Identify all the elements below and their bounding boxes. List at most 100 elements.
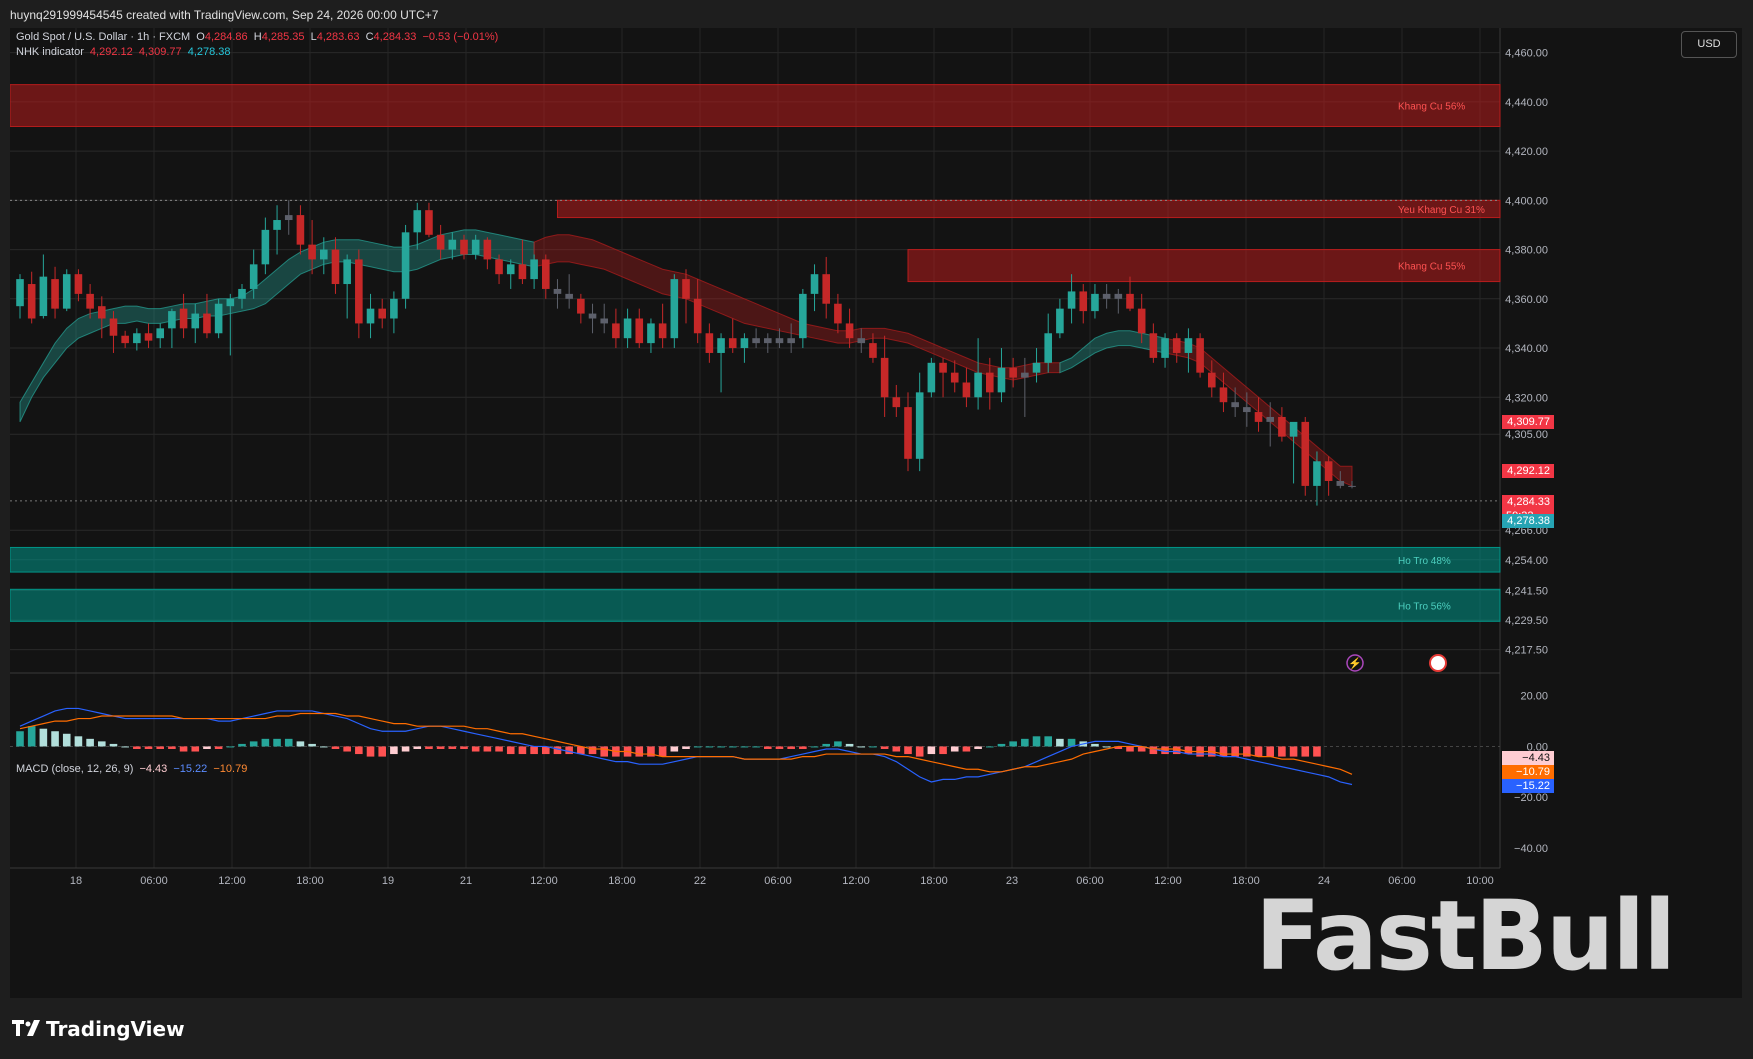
tradingview-logo[interactable]: TradingView bbox=[12, 1017, 185, 1041]
candle-body bbox=[787, 338, 795, 344]
macd-histogram-bar bbox=[974, 746, 982, 749]
candle-body bbox=[892, 397, 901, 408]
candle-body bbox=[1102, 293, 1111, 299]
macd-histogram-bar bbox=[97, 741, 106, 747]
macd-histogram-bar bbox=[390, 746, 398, 755]
macd-histogram-bar bbox=[168, 746, 176, 749]
time-tick-label: 18:00 bbox=[296, 875, 324, 887]
candle-body bbox=[775, 338, 784, 344]
macd-badge: −10.79 bbox=[1502, 764, 1554, 779]
time-tick-label: 06:00 bbox=[764, 875, 792, 887]
macd-histogram-bar bbox=[401, 746, 410, 752]
macd-histogram-bar bbox=[296, 741, 305, 747]
macd-histogram-bar bbox=[156, 746, 165, 749]
candle-body bbox=[997, 367, 1006, 393]
macd-histogram-bar bbox=[133, 746, 141, 749]
macd-histogram-bar bbox=[997, 743, 1006, 747]
macd-name: MACD (close, 12, 26, 9) bbox=[16, 763, 134, 775]
price-badge: 4,309.77 bbox=[1502, 415, 1554, 430]
price-tick-label: 4,400.00 bbox=[1505, 195, 1548, 207]
price-tick-label: 4,380.00 bbox=[1505, 245, 1548, 257]
candle-body bbox=[541, 259, 550, 289]
candle-body bbox=[413, 210, 422, 233]
low-label: L bbox=[310, 31, 317, 43]
candle-body bbox=[1079, 291, 1088, 312]
candle-body bbox=[191, 313, 200, 329]
macd-histogram-bar bbox=[1172, 746, 1181, 755]
macd-histogram-bar bbox=[752, 746, 760, 748]
macd-histogram-bar bbox=[1032, 736, 1041, 747]
candle-body bbox=[1348, 485, 1356, 487]
candle-body bbox=[144, 333, 153, 341]
macd-badge: −15.22 bbox=[1502, 778, 1554, 793]
candle-body bbox=[495, 259, 503, 275]
time-tick-label: 21 bbox=[460, 875, 472, 887]
candle-body bbox=[588, 313, 597, 319]
macd-histogram-bar bbox=[1301, 746, 1310, 757]
macd-histogram-bar bbox=[1056, 738, 1064, 747]
macd-histogram-bar bbox=[39, 728, 48, 747]
macd-histogram-bar bbox=[728, 746, 737, 748]
macd-histogram-bar bbox=[565, 746, 573, 755]
tradingview-logo-icon bbox=[12, 1017, 42, 1041]
candle-body bbox=[1126, 293, 1134, 309]
change-value: −0.53 (−0.01%) bbox=[422, 31, 499, 43]
candle-body bbox=[647, 323, 655, 344]
candle-body bbox=[1196, 338, 1204, 373]
price-tick-label: 4,305.00 bbox=[1505, 429, 1548, 441]
macd-histogram-bar bbox=[1126, 746, 1134, 752]
macd-histogram-bar bbox=[495, 746, 503, 752]
macd-value-macd: −15.22 bbox=[173, 763, 208, 775]
candle-body bbox=[869, 343, 877, 358]
currency-button[interactable]: USD bbox=[1681, 31, 1737, 58]
candle-body bbox=[1067, 291, 1076, 309]
time-tick-label: 06:00 bbox=[140, 875, 168, 887]
candle-body bbox=[857, 338, 866, 344]
candle-body bbox=[1207, 372, 1216, 388]
support-zone bbox=[10, 546, 1501, 573]
macd-histogram-bar bbox=[763, 746, 772, 749]
candle-body bbox=[214, 303, 223, 334]
low-value: 4,283.63 bbox=[316, 31, 360, 43]
macd-histogram-bar bbox=[214, 746, 223, 749]
time-tick-label: 18:00 bbox=[920, 875, 948, 887]
candle-body bbox=[1044, 333, 1053, 363]
chart-canvas[interactable]: 4,460.00 4,440.00 4,420.00 4,400.00 4,380.00… bbox=[10, 28, 1742, 998]
macd-histogram-bar bbox=[284, 738, 293, 747]
candle-body bbox=[1336, 480, 1345, 486]
candle-body bbox=[1243, 407, 1251, 413]
candle-body bbox=[682, 279, 690, 299]
candle-body bbox=[740, 338, 749, 349]
candle-body bbox=[1161, 338, 1169, 358]
candle-body bbox=[518, 264, 527, 280]
candle-body bbox=[612, 323, 620, 339]
macd-legend: MACD (close, 12, 26, 9) −4.43 −15.22 −10… bbox=[16, 763, 250, 775]
resistance-zone bbox=[556, 199, 1501, 219]
candle-body bbox=[179, 308, 188, 329]
chart-frame[interactable]: 4,460.00 4,440.00 4,420.00 4,400.00 4,380.00… bbox=[10, 28, 1742, 998]
candle-body bbox=[834, 303, 842, 324]
macd-histogram-bar bbox=[530, 746, 538, 755]
candle-body bbox=[448, 239, 457, 250]
candle-body bbox=[27, 284, 36, 319]
candle-body bbox=[401, 232, 410, 299]
macd-histogram-bar bbox=[869, 746, 877, 748]
candle-body bbox=[471, 239, 480, 255]
indicator-value-2: 4,309.77 bbox=[138, 46, 182, 58]
candle-body bbox=[670, 279, 679, 339]
candle-body bbox=[97, 306, 106, 319]
macd-histogram-bar bbox=[425, 746, 433, 749]
candle-body bbox=[799, 293, 807, 339]
candle-body bbox=[343, 259, 351, 285]
macd-histogram-bar bbox=[588, 746, 597, 755]
macd-histogram-bar bbox=[740, 746, 749, 748]
candle-body bbox=[553, 288, 562, 294]
symbol-name: Gold Spot / U.S. Dollar · 1h · FXCM bbox=[16, 31, 191, 43]
price-badge-label: 4,309.77 bbox=[1507, 416, 1550, 429]
candle-body bbox=[273, 220, 281, 230]
candle-body bbox=[1172, 338, 1181, 353]
trend-ribbon bbox=[1059, 330, 1166, 374]
candle-body bbox=[308, 244, 316, 260]
candle-body bbox=[717, 338, 725, 353]
macd-histogram-bar bbox=[319, 746, 328, 748]
